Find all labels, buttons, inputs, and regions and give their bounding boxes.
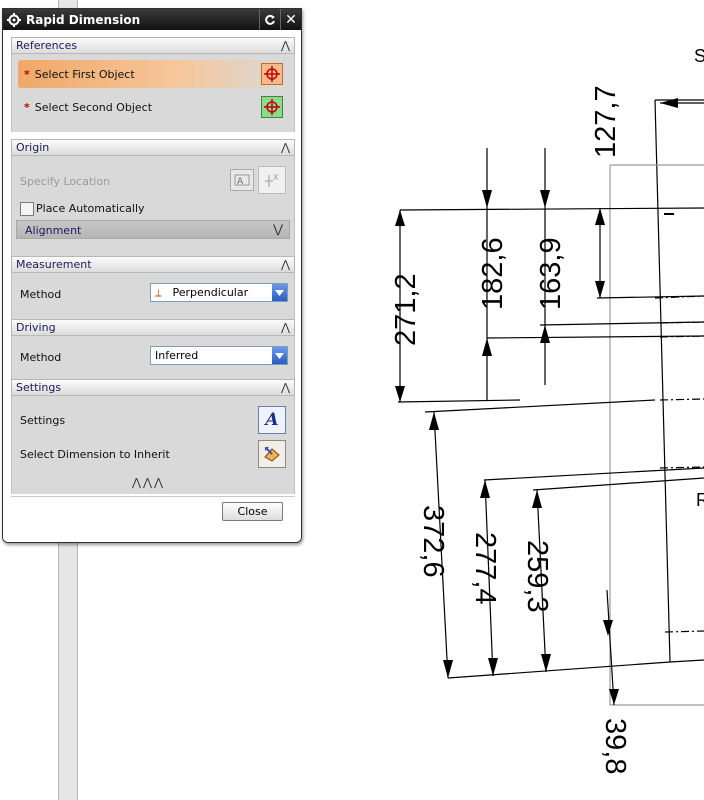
gear-icon[interactable] [6, 12, 22, 28]
alignment-subsection-header[interactable]: Alignment ⋁ [16, 220, 290, 239]
arrow-182-up [482, 338, 492, 356]
references-section-header[interactable]: References ⋀ [11, 37, 295, 54]
origin-section-header[interactable]: Origin ⋀ [11, 139, 295, 156]
chevron-up-icon[interactable]: ⋀ [281, 320, 290, 335]
location-picker-icon[interactable]: A [230, 169, 254, 191]
driving-section-body: Method Inferred [11, 336, 295, 379]
dialog-title-bar[interactable]: Rapid Dimension ✕ [3, 9, 301, 30]
arrow-127-down [595, 281, 605, 298]
ext-line-372-top [424, 399, 656, 413]
dim-label-271: 271,2 [390, 273, 422, 346]
reset-icon[interactable] [260, 10, 280, 30]
origin-section-body: Specify Location A X Place Automatically… [11, 156, 295, 256]
dim-label-277: 277,4 [469, 532, 501, 605]
place-automatically-checkbox[interactable] [20, 202, 34, 216]
inherit-dimension-label: Select Dimension to Inherit [20, 448, 170, 461]
driving-section-header[interactable]: Driving ⋀ [11, 319, 295, 336]
driving-method-value: Inferred [155, 349, 199, 362]
arrow-372-up [429, 412, 439, 430]
driving-header-label: Driving [16, 321, 56, 334]
text-settings-icon[interactable]: A [258, 406, 286, 434]
perpendicular-icon: ⟂ [155, 288, 162, 299]
dim-label-259: 259,3 [521, 540, 553, 613]
arrow-271-up [395, 210, 405, 226]
arrow-271-down [395, 386, 405, 402]
references-section-body: * Select First Object * Select Second Obje… [11, 54, 295, 132]
chevron-up-icon[interactable]: ⋀ [281, 38, 290, 53]
measurement-section-header[interactable]: Measurement ⋀ [11, 256, 295, 273]
chevron-up-icon[interactable]: ⋀ [281, 257, 290, 272]
arrow-259-down [541, 654, 551, 672]
arrow-39-down [603, 620, 613, 636]
driving-method-dropdown[interactable]: Inferred [150, 346, 288, 365]
collapse-all-icon[interactable]: ⋀⋀⋀ [132, 476, 165, 489]
ext-line-bottom [447, 661, 671, 679]
dialog-body: References ⋀ * Select First Object * Selec… [3, 30, 301, 542]
ext-line-277-top [483, 467, 704, 481]
measurement-method-value: Perpendicular [172, 286, 249, 299]
chevron-up-icon[interactable]: ⋀ [281, 140, 290, 155]
close-button[interactable]: Close [222, 502, 283, 521]
arrow-277-up [480, 480, 490, 498]
close-icon[interactable]: ✕ [281, 10, 301, 30]
chevron-up-icon[interactable]: ⋀ [281, 380, 290, 395]
svg-text:X: X [273, 173, 279, 182]
text-settings-icon-label: A [265, 410, 279, 430]
arrow-163-up [540, 325, 550, 343]
arrow-127-up [595, 208, 605, 225]
arrow-163-down [540, 190, 550, 208]
rapid-dimension-dialog: Rapid Dimension ✕ References ⋀ * Select F… [2, 8, 302, 543]
dim-label-182: 182,6 [477, 237, 509, 310]
dim-label-r: R [696, 490, 704, 510]
settings-header-label: Settings [16, 381, 62, 394]
ext-line-271-bottom [397, 399, 521, 403]
settings-section-header[interactable]: Settings ⋀ [11, 379, 295, 396]
first-object-label: * Select First Object [24, 68, 135, 81]
chevron-down-icon[interactable] [272, 284, 287, 301]
origin-header-label: Origin [16, 141, 50, 154]
dim-label-127: 127,7 [590, 85, 622, 158]
second-object-label: * Select Second Object [24, 101, 153, 114]
arrow-182-down [482, 190, 492, 208]
references-header-label: References [16, 39, 78, 52]
dim-label-163: 163,9 [535, 237, 567, 310]
chevron-down-icon[interactable] [272, 347, 287, 364]
inherit-dimension-icon[interactable] [258, 440, 286, 468]
arrow-277-down [488, 658, 498, 676]
settings-section-body: Settings A Select Dimension to Inherit ⋀… [11, 396, 295, 494]
crosshair-select-icon[interactable] [261, 63, 283, 85]
centerline-4 [659, 398, 704, 401]
dim-label-372: 372,6 [417, 505, 449, 578]
measurement-method-label: Method [20, 288, 62, 301]
arrow-259-up [532, 490, 542, 508]
arrow-372-down [443, 660, 453, 678]
settings-label: Settings [20, 414, 66, 427]
close-button-label: Close [237, 505, 268, 518]
part-edge-bottom [669, 659, 704, 663]
chevron-down-icon[interactable]: ⋁ [273, 222, 283, 236]
centerline-6 [664, 630, 704, 633]
alignment-label: Alignment [25, 224, 82, 237]
measurement-section-body: Method ⟂ Perpendicular [11, 273, 295, 319]
svg-text:A: A [237, 177, 244, 187]
dialog-title: Rapid Dimension [26, 12, 141, 27]
dim-label-s: S [694, 46, 704, 66]
origin-tool-icon[interactable]: X [258, 166, 286, 194]
place-automatically-label: Place Automatically [36, 202, 145, 215]
part-edge-vertical [654, 99, 671, 663]
measurement-header-label: Measurement [16, 258, 92, 271]
ext-line-259-top [532, 477, 704, 491]
dim-label-39: 39,8 [599, 718, 631, 774]
crosshair-select-icon[interactable] [261, 96, 283, 118]
dialog-footer-divider [11, 496, 295, 497]
measurement-method-dropdown[interactable]: ⟂ Perpendicular [150, 283, 288, 302]
specify-location-label: Specify Location [20, 175, 111, 188]
driving-method-label: Method [20, 351, 62, 364]
